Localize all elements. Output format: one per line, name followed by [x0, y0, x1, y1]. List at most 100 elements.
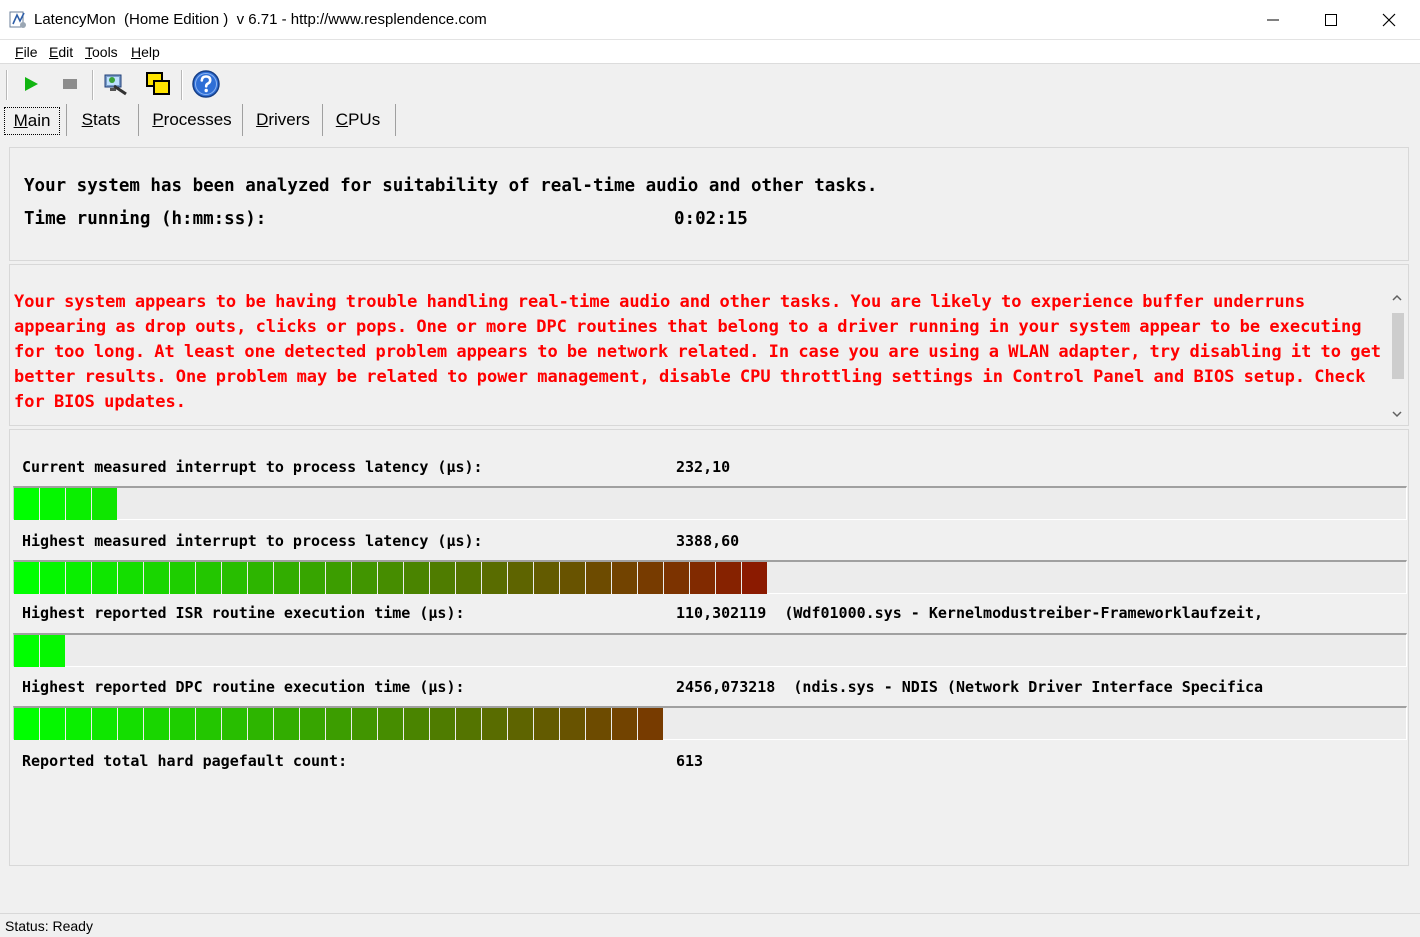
- meter-segment: [482, 708, 507, 740]
- meter-segment: [534, 708, 559, 740]
- help-icon: [192, 70, 220, 98]
- dpc-time-label: Highest reported DPC routine execution t…: [22, 678, 465, 696]
- menu-help[interactable]: Help: [131, 44, 160, 60]
- meter-segment: [274, 562, 299, 594]
- warning-message: Your system appears to be having trouble…: [14, 292, 1381, 412]
- meter-segment: [326, 708, 351, 740]
- meter-segment: [118, 708, 143, 740]
- meter-segment: [352, 708, 377, 740]
- stop-button[interactable]: [55, 69, 85, 99]
- close-button[interactable]: [1360, 0, 1418, 40]
- dpc-driver-detail: (ndis.sys - NDIS (Network Driver Interfa…: [793, 678, 1264, 696]
- meter-fill: [14, 562, 768, 594]
- driver-tool-icon: [104, 74, 127, 96]
- tab-cpus[interactable]: C PUs: [330, 107, 386, 133]
- metrics-panel: Current measured interrupt to process la…: [9, 429, 1409, 866]
- meter-segment: [14, 488, 39, 520]
- tab-processes[interactable]: Processes: [148, 107, 236, 133]
- meter-segment: [326, 562, 351, 594]
- meter-segment: [456, 562, 481, 594]
- play-icon: [25, 77, 38, 91]
- highest-latency-label: Highest measured interrupt to process la…: [22, 532, 483, 550]
- tab-main[interactable]: Main: [4, 107, 60, 135]
- stop-icon: [63, 79, 77, 89]
- dpc-time-value: 2456,073218 (ndis.sys - NDIS (Network Dr…: [676, 678, 1264, 696]
- meter-segment: [66, 708, 91, 740]
- window-title: LatencyMon (Home Edition ) v 6.71 - http…: [34, 11, 487, 28]
- meter-segment: [586, 562, 611, 594]
- windows-button[interactable]: [143, 69, 173, 99]
- meter-segment: [66, 488, 91, 520]
- meter-segment: [40, 562, 65, 594]
- toolbar: [0, 64, 1420, 104]
- meter-segment: [248, 708, 273, 740]
- meter-segment: [144, 708, 169, 740]
- tab-separator: [395, 104, 396, 136]
- tab-separator: [322, 104, 323, 136]
- meter-segment: [14, 562, 39, 594]
- meter-segment: [456, 708, 481, 740]
- time-running-label: Time running (h:mm:ss):: [24, 209, 267, 229]
- tab-stats[interactable]: Stats: [74, 107, 128, 133]
- current-latency-value: 232,10: [676, 458, 731, 476]
- meter-segment: [534, 562, 559, 594]
- summary-panel: Your system has been analyzed for suitab…: [9, 147, 1409, 261]
- menu-bar: File Edit Tools Help: [0, 40, 1420, 64]
- meter-segment: [404, 562, 429, 594]
- meter-segment: [742, 562, 767, 594]
- pagefault-count-label: Reported total hard pagefault count:: [22, 752, 348, 770]
- meter-segment: [222, 708, 247, 740]
- meter-segment: [40, 708, 65, 740]
- meter-segment: [352, 562, 377, 594]
- tab-separator: [242, 104, 243, 136]
- meter-segment: [638, 562, 663, 594]
- meter-segment: [66, 562, 91, 594]
- meter-segment: [196, 708, 221, 740]
- meter-segment: [248, 562, 273, 594]
- meter-segment: [482, 562, 507, 594]
- menu-tools[interactable]: Tools: [85, 44, 118, 60]
- meter-segment: [586, 708, 611, 740]
- highest-latency-meter: [13, 560, 1407, 594]
- meter-segment: [508, 708, 533, 740]
- isr-time-meter: [13, 633, 1407, 667]
- meter-segment: [508, 562, 533, 594]
- minimize-button[interactable]: [1244, 0, 1302, 40]
- meter-segment: [14, 635, 39, 667]
- meter-segment: [612, 708, 637, 740]
- toolbar-separator: [6, 70, 8, 100]
- toolbar-separator: [92, 70, 94, 100]
- tab-drivers[interactable]: Drivers: [250, 107, 316, 133]
- meter-fill: [14, 635, 66, 667]
- menu-edit[interactable]: Edit: [49, 44, 73, 60]
- meter-segment: [118, 562, 143, 594]
- start-button[interactable]: [16, 69, 46, 99]
- maximize-icon: [1325, 14, 1337, 26]
- meter-segment: [222, 562, 247, 594]
- driver-tool-button[interactable]: [101, 69, 131, 99]
- current-latency-label: Current measured interrupt to process la…: [22, 458, 483, 476]
- isr-time-label: Highest reported ISR routine execution t…: [22, 604, 465, 622]
- scrollbar-thumb[interactable]: [1392, 313, 1404, 379]
- meter-segment: [404, 708, 429, 740]
- meter-segment: [170, 708, 195, 740]
- meter-segment: [92, 708, 117, 740]
- scroll-down-icon[interactable]: [1391, 409, 1403, 419]
- meter-segment: [40, 488, 65, 520]
- menu-file[interactable]: File: [15, 44, 38, 60]
- meter-segment: [560, 562, 585, 594]
- status-bar: Status: Ready: [0, 913, 1420, 937]
- meter-segment: [170, 562, 195, 594]
- scroll-up-icon[interactable]: [1391, 293, 1403, 303]
- help-button[interactable]: [191, 69, 221, 99]
- close-icon: [1382, 13, 1396, 27]
- current-latency-meter: [13, 486, 1407, 520]
- meter-segment: [430, 708, 455, 740]
- meter-segment: [300, 708, 325, 740]
- latencymon-app-icon: [8, 10, 28, 30]
- windows-icon: [146, 72, 170, 95]
- minimize-icon: [1267, 19, 1279, 21]
- analysis-summary: Your system has been analyzed for suitab…: [24, 176, 878, 196]
- maximize-button[interactable]: [1302, 0, 1360, 40]
- warning-scrollbar[interactable]: [1388, 289, 1406, 423]
